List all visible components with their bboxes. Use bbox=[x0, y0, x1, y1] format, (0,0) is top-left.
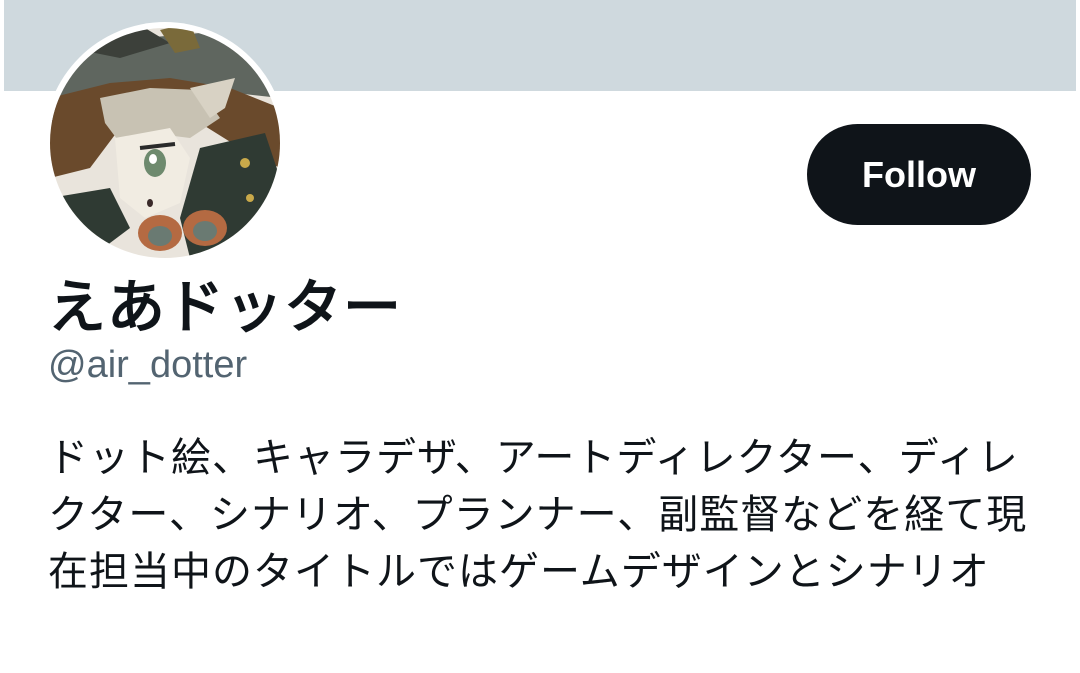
profile-bio: ドット絵、キャラデザ、アートディレクター、ディレクター、シナリオ、プランナー、副… bbox=[48, 435, 1028, 595]
profile-display-name: えあドッター bbox=[48, 273, 403, 341]
profile-handle: @air_dotter bbox=[48, 344, 248, 386]
avatar-image bbox=[50, 28, 280, 258]
follow-button[interactable]: Follow bbox=[807, 124, 1031, 225]
profile-avatar[interactable] bbox=[44, 22, 286, 264]
